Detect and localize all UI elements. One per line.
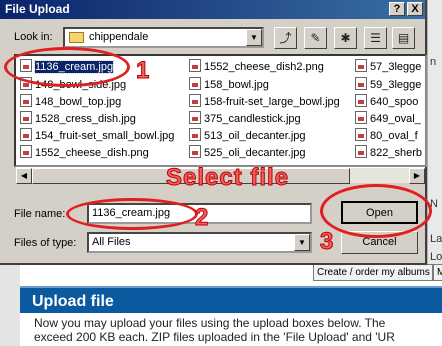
list-item[interactable]: 158-fruit-set_large_bowl.jpg [189,94,347,110]
list-item[interactable]: 525_oli_decanter.jpg [189,145,347,161]
image-file-icon [355,128,367,141]
image-file-icon [20,145,32,158]
close-button[interactable]: X [407,2,423,16]
annotation-circle-open [320,184,432,238]
background-text-fragment: La [430,233,442,245]
image-file-icon [355,77,367,90]
list-item[interactable]: 1552_cheese_dish.png [20,145,180,161]
files-of-type-value: All Files [92,236,131,248]
list-item[interactable]: 375_candlestick.jpg [189,111,347,127]
look-in-value: chippendale [89,31,149,43]
list-item[interactable]: 57_3legge [355,59,425,75]
list-item[interactable]: 640_spoo [355,94,425,110]
annotation-select-file: Select file [165,164,290,192]
chevron-down-icon[interactable]: ▼ [246,29,262,46]
annotation-step-2: 2 [194,204,210,232]
background-left-strip [0,265,20,346]
background-right-strip [427,0,442,265]
upload-file-header: Upload file [20,286,442,313]
dialog-title-bar[interactable]: File Upload ? X [0,0,425,19]
list-item[interactable]: 649_oval_ [355,111,425,127]
list-item[interactable]: 1552_cheese_dish2.png [189,59,347,75]
image-file-icon [20,111,32,124]
image-file-icon [355,145,367,158]
up-folder-icon[interactable]: ⤴ [274,27,297,49]
list-item[interactable]: 148_bowl_top.jpg [20,94,180,110]
list-item[interactable]: 80_oval_f [355,128,425,144]
list-item[interactable]: 154_fruit-set_small_bowl.jpg [20,128,180,144]
annotation-circle-filename [66,198,198,230]
image-file-icon [189,111,201,124]
details-view-icon[interactable]: ▤ [392,27,415,49]
upload-description-line: exceed 200 KB each. ZIP files uploaded i… [34,330,395,344]
desktop-icon[interactable]: ✎ [304,27,327,49]
dialog-title: File Upload [5,2,70,16]
annotation-circle-file [4,47,130,87]
background-text-fragment: Lo [430,251,442,263]
list-item[interactable]: 158_bowl.jpg [189,77,347,93]
list-item[interactable]: 822_sherb [355,145,425,161]
list-view-icon[interactable]: ☰ [364,27,387,49]
background-tab-bar: Create / order my albums Ma [300,264,442,282]
image-file-icon [189,145,201,158]
image-file-icon [189,77,201,90]
list-item[interactable]: 513_oil_decanter.jpg [189,128,347,144]
folder-icon [69,32,84,43]
tab-create-order-albums[interactable]: Create / order my albums [313,264,433,281]
image-file-icon [189,59,201,72]
image-file-icon [20,94,32,107]
image-file-icon [20,128,32,141]
scroll-left-icon[interactable]: ◀ [16,168,32,184]
chevron-down-icon[interactable]: ▼ [294,234,310,251]
image-file-icon [189,94,201,107]
look-in-dropdown[interactable]: chippendale ▼ [63,27,264,48]
list-item[interactable]: 59_3legge [355,77,425,93]
files-of-type-label: Files of type: [14,237,77,249]
scroll-right-icon[interactable]: ▶ [409,168,425,184]
list-item[interactable]: 1528_cress_dish.jpg [20,111,180,127]
image-file-icon [355,94,367,107]
upload-description-line: Now you may upload your files using the … [34,316,386,330]
files-of-type-dropdown[interactable]: All Files ▼ [87,232,312,253]
background-text-fragment: n [430,56,437,68]
new-folder-icon[interactable]: ✱ [334,27,357,49]
annotation-step-3: 3 [319,228,335,256]
file-name-label: File name: [14,208,66,220]
image-file-icon [189,128,201,141]
tab-ma[interactable]: Ma [433,264,442,281]
help-button[interactable]: ? [389,2,405,16]
image-file-icon [355,111,367,124]
look-in-label: Look in: [14,31,53,43]
annotation-step-1: 1 [135,57,151,85]
image-file-icon [355,59,367,72]
